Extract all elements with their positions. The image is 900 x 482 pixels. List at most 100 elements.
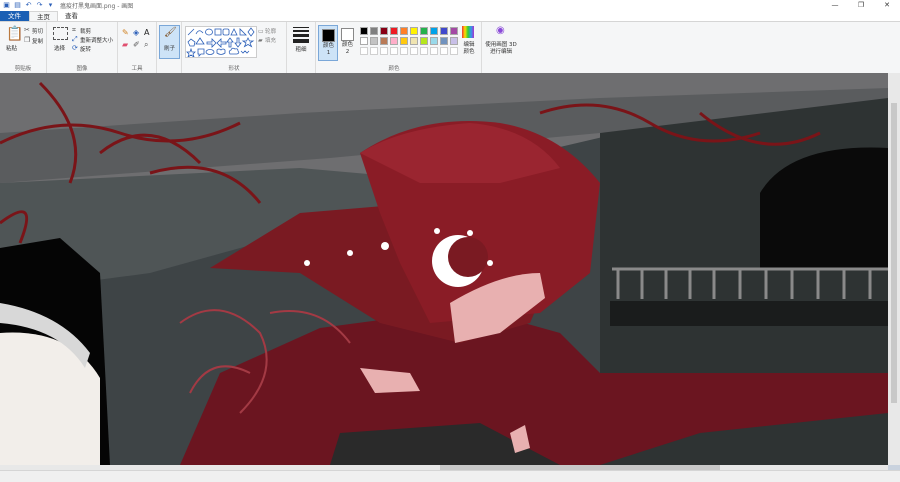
size-icon[interactable]: [293, 27, 309, 43]
palette-swatch[interactable]: [440, 37, 448, 45]
fill-icon[interactable]: ◈: [133, 28, 139, 37]
palette-swatch[interactable]: [380, 37, 388, 45]
shapes-label: 形状: [228, 66, 240, 72]
palette-swatch[interactable]: [380, 27, 388, 35]
palette-swatch[interactable]: [420, 27, 428, 35]
window-title: 瘟疫打黑鬼画面.png - 画图: [60, 3, 134, 10]
palette-swatch[interactable]: [390, 27, 398, 35]
custom-color-slot[interactable]: [420, 47, 428, 55]
palette-swatch[interactable]: [430, 37, 438, 45]
tab-home[interactable]: 主页: [29, 11, 58, 21]
title-bar: ▣ ▤ ↶ ↷ ▾ 瘟疫打黑鬼画面.png - 画图 — ❐ ✕: [0, 0, 900, 11]
tab-view[interactable]: 查看: [58, 11, 85, 21]
ribbon-tabs: 文件 主页 查看: [0, 11, 900, 21]
paint-app-icon: ▣: [3, 1, 10, 9]
pencil-icon[interactable]: ✎: [122, 28, 129, 37]
rotate-button[interactable]: 旋转: [80, 45, 91, 53]
canvas-area[interactable]: [0, 73, 900, 470]
palette-swatch[interactable]: [440, 27, 448, 35]
custom-color-slot[interactable]: [370, 47, 378, 55]
shapes-gallery-icons: [186, 27, 255, 58]
vertical-scroll-thumb[interactable]: [891, 103, 897, 403]
magnifier-icon[interactable]: ⌕: [144, 40, 148, 49]
palette-swatch[interactable]: [430, 27, 438, 35]
color2-button[interactable]: 颜色 2: [338, 25, 356, 59]
fill-button[interactable]: 填充: [265, 36, 276, 44]
clipboard-label: 剪贴板: [14, 66, 32, 72]
color1-label: 颜色 1: [323, 43, 335, 56]
paste-button[interactable]: 粘贴: [6, 44, 17, 52]
resize-icon[interactable]: ⤢: [72, 35, 78, 44]
maximize-button[interactable]: ❐: [848, 0, 874, 11]
palette-swatch[interactable]: [360, 27, 368, 35]
palette-swatch[interactable]: [450, 37, 458, 45]
shapes-group: ▭ 轮廓 ▰ 填充 形状: [182, 22, 287, 73]
palette-swatch[interactable]: [370, 27, 378, 35]
palette-swatch[interactable]: [400, 27, 408, 35]
vertical-scrollbar[interactable]: [888, 73, 900, 465]
palette-swatch[interactable]: [390, 37, 398, 45]
paste-icon[interactable]: 📋: [6, 27, 23, 41]
custom-color-slot[interactable]: [430, 47, 438, 55]
color1-button[interactable]: 颜色 1: [318, 25, 338, 61]
palette-swatch[interactable]: [420, 37, 428, 45]
custom-color-slot[interactable]: [410, 47, 418, 55]
crop-button[interactable]: 裁剪: [80, 27, 91, 35]
edit-colors-button[interactable]: 编辑颜色: [461, 42, 477, 56]
color2-label: 颜色 2: [342, 42, 354, 55]
palette-swatch[interactable]: [370, 37, 378, 45]
customize-dropdown-icon[interactable]: ▾: [47, 2, 54, 9]
paint3d-button[interactable]: 使用画图 3D 进行编辑: [484, 42, 518, 56]
palette-swatch[interactable]: [410, 37, 418, 45]
custom-color-slot[interactable]: [390, 47, 398, 55]
palette-swatch[interactable]: [360, 37, 368, 45]
outline-button[interactable]: 轮廓: [265, 27, 276, 35]
custom-color-slot[interactable]: [440, 47, 448, 55]
status-bar: [0, 470, 900, 482]
tab-file[interactable]: 文件: [0, 11, 29, 21]
custom-color-slot[interactable]: [400, 47, 408, 55]
select-icon[interactable]: [53, 27, 68, 40]
close-button[interactable]: ✕: [874, 0, 900, 11]
color-picker-icon[interactable]: ✐: [133, 40, 140, 49]
resize-button[interactable]: 重新调整大小: [80, 36, 113, 44]
cut-icon[interactable]: ✂: [24, 26, 30, 35]
paint3d-icon[interactable]: ◉: [496, 26, 505, 36]
custom-color-slot[interactable]: [450, 47, 458, 55]
brushes-button[interactable]: 🖌 刷子: [159, 25, 180, 59]
save-icon[interactable]: ▤: [14, 2, 21, 9]
custom-color-slot[interactable]: [360, 47, 368, 55]
undo-icon[interactable]: ↶: [25, 2, 32, 9]
copy-button[interactable]: 复制: [32, 37, 43, 45]
size-button[interactable]: 粗细: [295, 47, 307, 54]
quick-access-toolbar: ▣ ▤ ↶ ↷ ▾: [0, 2, 54, 9]
cut-button[interactable]: 剪切: [32, 27, 43, 35]
brush-icon: 🖌: [164, 27, 177, 38]
select-button[interactable]: 选择: [54, 44, 65, 52]
tools-group: ✎ ◈ A ▰ ✐ ⌕ 工具: [118, 22, 157, 73]
colors-label: 颜色: [388, 66, 400, 72]
text-icon[interactable]: A: [144, 28, 149, 37]
color2-swatch: [341, 28, 354, 41]
brushes-group: 🖌 刷子: [157, 22, 182, 73]
outline-icon[interactable]: ▭: [258, 27, 264, 36]
edit-colors-icon[interactable]: [462, 26, 474, 38]
redo-icon[interactable]: ↷: [36, 2, 43, 9]
eraser-icon[interactable]: ▰: [122, 40, 128, 49]
paint3d-group: ◉ 使用画图 3D 进行编辑: [482, 22, 520, 73]
minimize-button[interactable]: —: [822, 0, 848, 11]
custom-color-slot[interactable]: [380, 47, 388, 55]
tools-label: 工具: [131, 66, 143, 72]
copy-icon[interactable]: ❐: [24, 36, 30, 45]
brushes-label: 刷子: [164, 46, 176, 52]
palette-swatch[interactable]: [400, 37, 408, 45]
image-label: 图像: [76, 66, 88, 72]
clipboard-group: 📋 粘贴 ✂ 剪切 ❐ 复制 剪贴板: [0, 22, 47, 73]
drawing-canvas[interactable]: [0, 73, 888, 465]
fill-shape-icon[interactable]: ▰: [258, 36, 263, 45]
palette-swatch[interactable]: [450, 27, 458, 35]
palette-swatch[interactable]: [410, 27, 418, 35]
shapes-gallery[interactable]: [185, 26, 257, 58]
crop-icon[interactable]: ⌗: [72, 26, 76, 35]
rotate-icon[interactable]: ⟳: [72, 44, 78, 53]
